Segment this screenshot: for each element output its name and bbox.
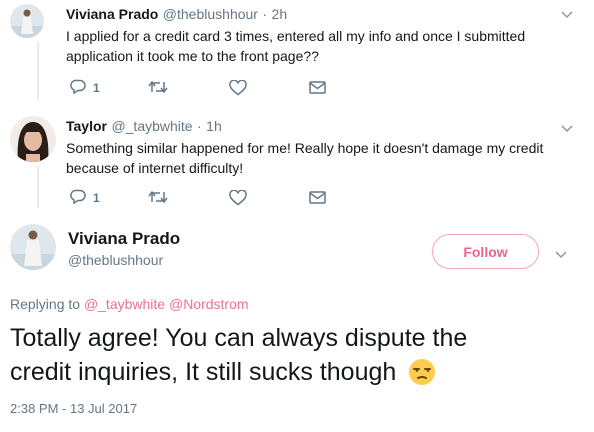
thread-line xyxy=(37,166,39,208)
reply-button[interactable]: 1 xyxy=(70,189,100,207)
reply-icon xyxy=(70,189,87,207)
tweet-text: Totally agree! You can always dispute th… xyxy=(10,324,468,386)
avatar-taylor[interactable] xyxy=(10,116,56,162)
reply-count: 1 xyxy=(93,81,100,95)
author-handle[interactable]: @theblushhour xyxy=(163,6,258,22)
separator-dot: · xyxy=(197,118,202,134)
replying-to: Replying to @_taybwhite @Nordstrom xyxy=(10,296,249,312)
like-button[interactable] xyxy=(229,189,247,209)
avatar-viviana[interactable] xyxy=(10,4,44,38)
unamused-face-icon xyxy=(408,358,436,386)
tweet-time[interactable]: 1h xyxy=(206,118,222,134)
chevron-down-icon[interactable] xyxy=(561,120,573,136)
heart-icon xyxy=(229,189,247,209)
retweet-icon xyxy=(148,190,168,207)
mention-link[interactable]: @Nordstrom xyxy=(169,296,249,312)
avatar-viviana[interactable] xyxy=(10,224,56,270)
follow-button[interactable]: Follow xyxy=(432,234,539,269)
retweet-button[interactable] xyxy=(148,190,168,207)
author-name[interactable]: Viviana Prado xyxy=(68,229,180,249)
envelope-icon xyxy=(309,191,326,207)
envelope-icon xyxy=(309,81,326,97)
tweet-text: I applied for a credit card 3 times, ent… xyxy=(66,28,526,64)
tweet-text: Something similar happened for me! Reall… xyxy=(66,140,544,176)
author-name[interactable]: Viviana Prado xyxy=(66,6,158,22)
author-handle[interactable]: @_taybwhite xyxy=(111,118,192,134)
like-button[interactable] xyxy=(229,79,247,99)
tweet-time[interactable]: 2h xyxy=(272,6,288,22)
reply-count: 1 xyxy=(93,191,100,205)
separator-dot: · xyxy=(262,6,268,22)
reply-icon xyxy=(70,79,87,97)
direct-message-button[interactable] xyxy=(309,81,326,97)
reply-button[interactable]: 1 xyxy=(70,79,100,97)
retweet-button[interactable] xyxy=(148,80,168,97)
chevron-down-icon[interactable] xyxy=(555,246,567,262)
mention-link[interactable]: @_taybwhite xyxy=(84,296,165,312)
retweet-icon xyxy=(148,80,168,97)
direct-message-button[interactable] xyxy=(309,191,326,207)
heart-icon xyxy=(229,79,247,99)
tweet-timestamp[interactable]: 2:38 PM - 13 Jul 2017 xyxy=(10,401,137,416)
chevron-down-icon[interactable] xyxy=(561,6,573,22)
thread-line xyxy=(37,42,39,100)
author-handle[interactable]: @theblushhour xyxy=(68,252,163,268)
author-name[interactable]: Taylor xyxy=(66,118,107,134)
